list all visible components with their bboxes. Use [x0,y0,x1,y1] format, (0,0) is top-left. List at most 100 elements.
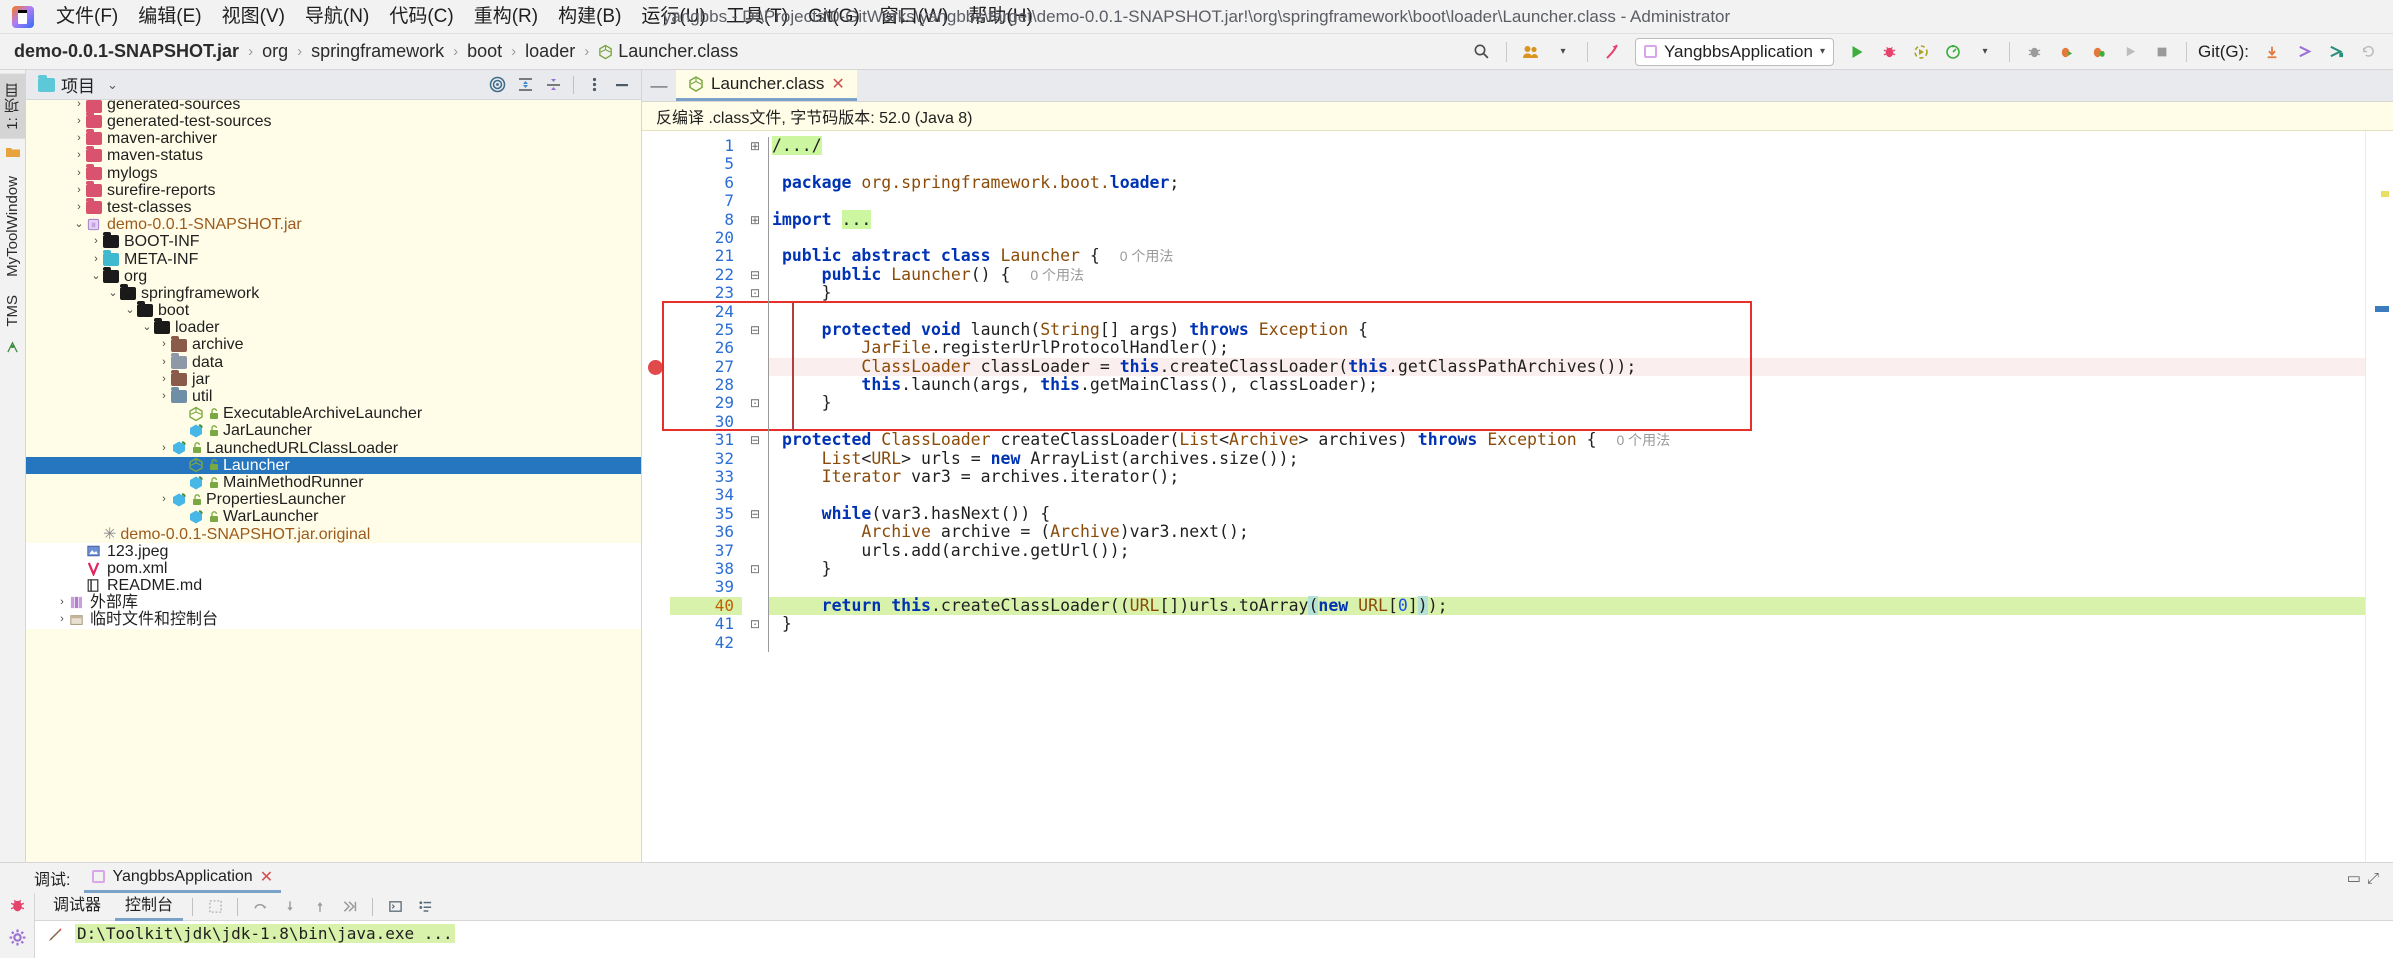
chevron-down-icon[interactable]: ⌄ [106,285,120,302]
tree-item-maven-archiver[interactable]: › maven-archiver [26,129,641,147]
tree-item-org[interactable]: ⌄ org [26,266,641,285]
expand-all-icon[interactable] [512,73,538,97]
debug-icon[interactable] [1874,38,1904,66]
tree-item-launchedurlclassloader[interactable]: › LaunchedURLClassLoader [26,440,641,457]
code-line[interactable]: List<URL> urls = new ArrayList(archives.… [768,449,2365,468]
tree-item-boot[interactable]: ⌄ boot [26,301,641,319]
settings-gear-icon[interactable] [9,929,26,951]
breakpoint-marker-icon[interactable] [648,359,663,375]
code-line[interactable]: this.launch(args, this.getMainClass(), c… [768,375,2365,394]
git-push-icon[interactable] [2289,38,2319,66]
sidebar-tab-tms[interactable]: TMS [1,286,24,336]
edit-pencil-icon[interactable] [35,924,75,947]
code-fold-toggle-icon[interactable]: ⊞ [742,211,768,229]
close-icon[interactable]: ✕ [831,74,844,94]
menu-item-window[interactable]: 窗口(W) [870,0,959,34]
code-fold-toggle-icon[interactable]: ⊟ [742,266,768,284]
collapse-all-icon[interactable] [540,73,566,97]
menu-item-navigate[interactable]: 导航(N) [295,0,379,34]
sidebar-tab-project[interactable]: 1: 项目 [0,74,26,139]
git-history-icon[interactable] [2353,38,2383,66]
code-line[interactable]: public abstract class Launcher { 0 个用法 [768,246,2365,265]
tab-debugger[interactable]: 调试器 [43,893,111,921]
chevron-right-icon[interactable]: › [157,336,171,353]
breadcrumb-item-jar[interactable]: demo-0.0.1-SNAPSHOT.jar [14,41,239,62]
code-line[interactable] [768,229,2365,247]
run-configuration-selector[interactable]: YangbbsApplication ▾ [1634,37,1834,66]
tree-item-warlauncher[interactable]: WarLauncher [26,508,641,525]
tree-item-jarlauncher[interactable]: JarLauncher [26,422,641,439]
code-line[interactable] [768,578,2365,596]
tree-item-generated-test-sources[interactable]: › generated-test-sources [26,112,641,130]
chevron-right-icon[interactable]: › [157,491,171,508]
chevron-down-icon[interactable]: ⌄ [123,302,137,319]
minimize-icon[interactable]: ▭ [2347,869,2361,887]
locate-icon[interactable] [484,73,510,97]
code-line[interactable]: protected ClassLoader createClassLoader(… [768,430,2365,449]
chevron-down-icon[interactable]: ⌄ [107,77,118,93]
debug-session-tab[interactable]: YangbbsApplication ✕ [84,863,282,893]
tree-item-mainmethodrunner[interactable]: MainMethodRunner [26,474,641,491]
code-line[interactable]: protected void launch(String[] args) thr… [768,320,2365,339]
chevron-right-icon[interactable]: › [72,182,86,199]
tree-item-readme-md[interactable]: README.md [26,577,641,595]
menu-item-tools[interactable]: 工具(T) [716,0,798,34]
chevron-right-icon[interactable]: › [72,165,86,182]
tree-item-demo-0-0-1-snapshot-jar[interactable]: ⌄ demo-0.0.1-SNAPSHOT.jar [26,216,641,233]
editor-marker-rail[interactable] [2365,131,2393,862]
collapse-editor-icon[interactable]: — [642,70,676,101]
code-line[interactable]: while(var3.hasNext()) { [768,504,2365,523]
code-line[interactable]: } [768,283,2365,302]
code-line[interactable] [768,192,2365,210]
stop-icon[interactable] [2147,38,2177,66]
search-icon[interactable] [1467,38,1497,66]
run-with-coverage-icon[interactable] [1906,38,1936,66]
git-update-icon[interactable] [2257,38,2287,66]
chevron-right-icon[interactable]: › [72,147,86,164]
tree-item-test-classes[interactable]: › test-classes [26,198,641,216]
console-output[interactable]: D:\Toolkit\jdk\jdk-1.8\bin\java.exe ... [35,921,2393,958]
tree-item-data[interactable]: › data [26,352,641,371]
select-run-icon[interactable] [1597,38,1627,66]
tree-item-propertieslauncher[interactable]: › PropertiesLauncher [26,491,641,508]
chevron-right-icon[interactable]: › [55,611,69,628]
chevron-right-icon[interactable]: › [72,100,86,113]
code-line[interactable]: Iterator var3 = archives.iterator(); [768,467,2365,486]
rerun-debug-icon[interactable] [2051,38,2081,66]
more-options-icon[interactable] [581,73,607,97]
tree-item-meta-inf[interactable]: › META-INF [26,249,641,268]
code-line[interactable]: Archive archive = (Archive)var3.next(); [768,522,2365,541]
debug-extra-icon[interactable] [2083,38,2113,66]
tree-item-loader[interactable]: ⌄ loader [26,318,641,336]
code-folding-gutter[interactable]: ⊞ ⊞ ⊟ ⊡ ⊟ ⊡ ⊟ ⊟ ⊡ ⊡ [742,131,768,862]
console-icon[interactable] [382,895,408,919]
code-line[interactable]: } [768,559,2365,578]
code-line[interactable]: } [768,394,2365,413]
menu-item-view[interactable]: 视图(V) [212,0,295,34]
tree-item-[interactable]: › 外部库 [26,594,641,612]
menu-item-git[interactable]: Git(G) [798,0,870,34]
breadcrumb-item-loader[interactable]: loader [525,41,575,62]
chevron-right-icon[interactable]: › [157,354,171,371]
code-content[interactable]: /.../ package org.springframework.boot.l… [768,131,2365,862]
git-commit-icon[interactable] [2321,38,2351,66]
hide-panel-icon[interactable] [609,73,635,97]
code-line[interactable]: public Launcher() { 0 个用法 [768,265,2365,284]
chevron-right-icon[interactable]: › [72,199,86,216]
code-line[interactable]: /.../ [768,136,2365,155]
chevron-right-icon[interactable]: › [157,440,171,457]
code-fold-toggle-icon[interactable]: ⊟ [742,321,768,339]
run-icon[interactable] [1842,38,1872,66]
tree-item-util[interactable]: › util [26,387,641,405]
code-line[interactable]: ClassLoader classLoader = this.createCla… [768,357,2365,377]
breakpoint-gutter[interactable] [642,131,670,862]
chevron-right-icon[interactable]: › [89,251,103,268]
code-fold-toggle-icon[interactable]: ⊡ [742,394,768,412]
tree-item-springframework[interactable]: ⌄ springframework [26,283,641,302]
chevron-right-icon[interactable]: › [72,113,86,130]
hide-icon[interactable]: ⤢ [2367,870,2379,887]
code-fold-toggle-icon[interactable]: ⊡ [742,284,768,302]
breadcrumb-item-launcher-class[interactable]: Launcher.class [598,41,738,62]
tree-item-surefire-reports[interactable]: › surefire-reports [26,180,641,199]
watches-icon[interactable] [412,895,438,919]
